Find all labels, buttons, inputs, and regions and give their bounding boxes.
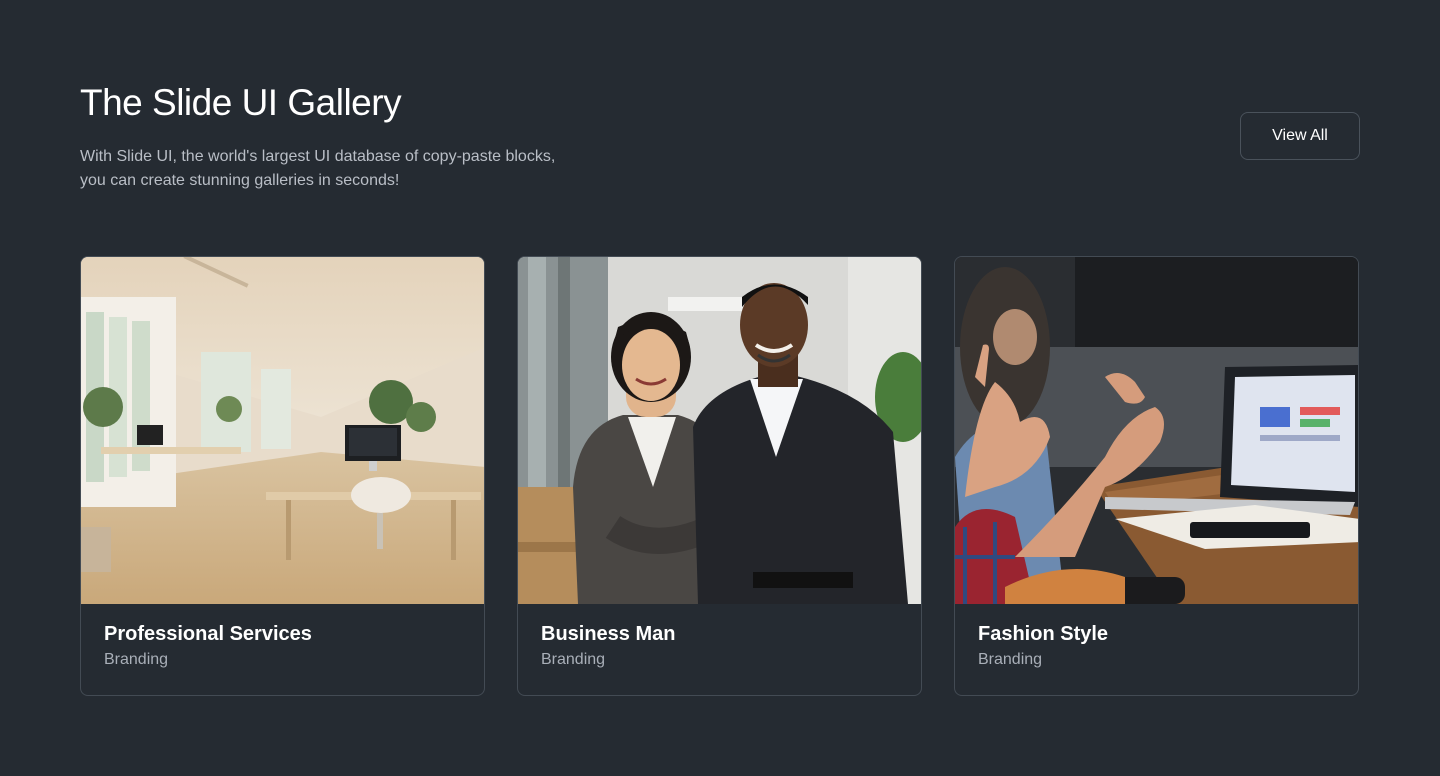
gallery-card-fashion-style[interactable]: Fashion Style Branding [954,256,1359,696]
card-category: Branding [978,651,1043,668]
page-subtitle: With Slide UI, the world's largest UI da… [80,148,556,189]
card-title: Business Man [541,623,676,645]
gallery-header: The Slide UI Gallery With Slide UI, the … [80,80,1360,200]
meeting-laptop-image[interactable] [955,257,1358,604]
card-category: Branding [541,651,606,668]
business-people-image[interactable] [518,257,921,604]
card-title: Professional Services [104,623,312,645]
page-title: The Slide UI Gallery [80,82,402,123]
gallery-card-professional-services[interactable]: Professional Services Branding [80,256,485,696]
card-category: Branding [104,651,169,668]
gallery-card-business-man[interactable]: Business Man Branding [517,256,922,696]
card-title: Fashion Style [978,623,1109,645]
gallery-grid: Professional Services Branding Business … [80,256,1360,696]
view-all-button[interactable]: View All [1240,112,1360,160]
office-interior-image[interactable] [81,257,484,604]
